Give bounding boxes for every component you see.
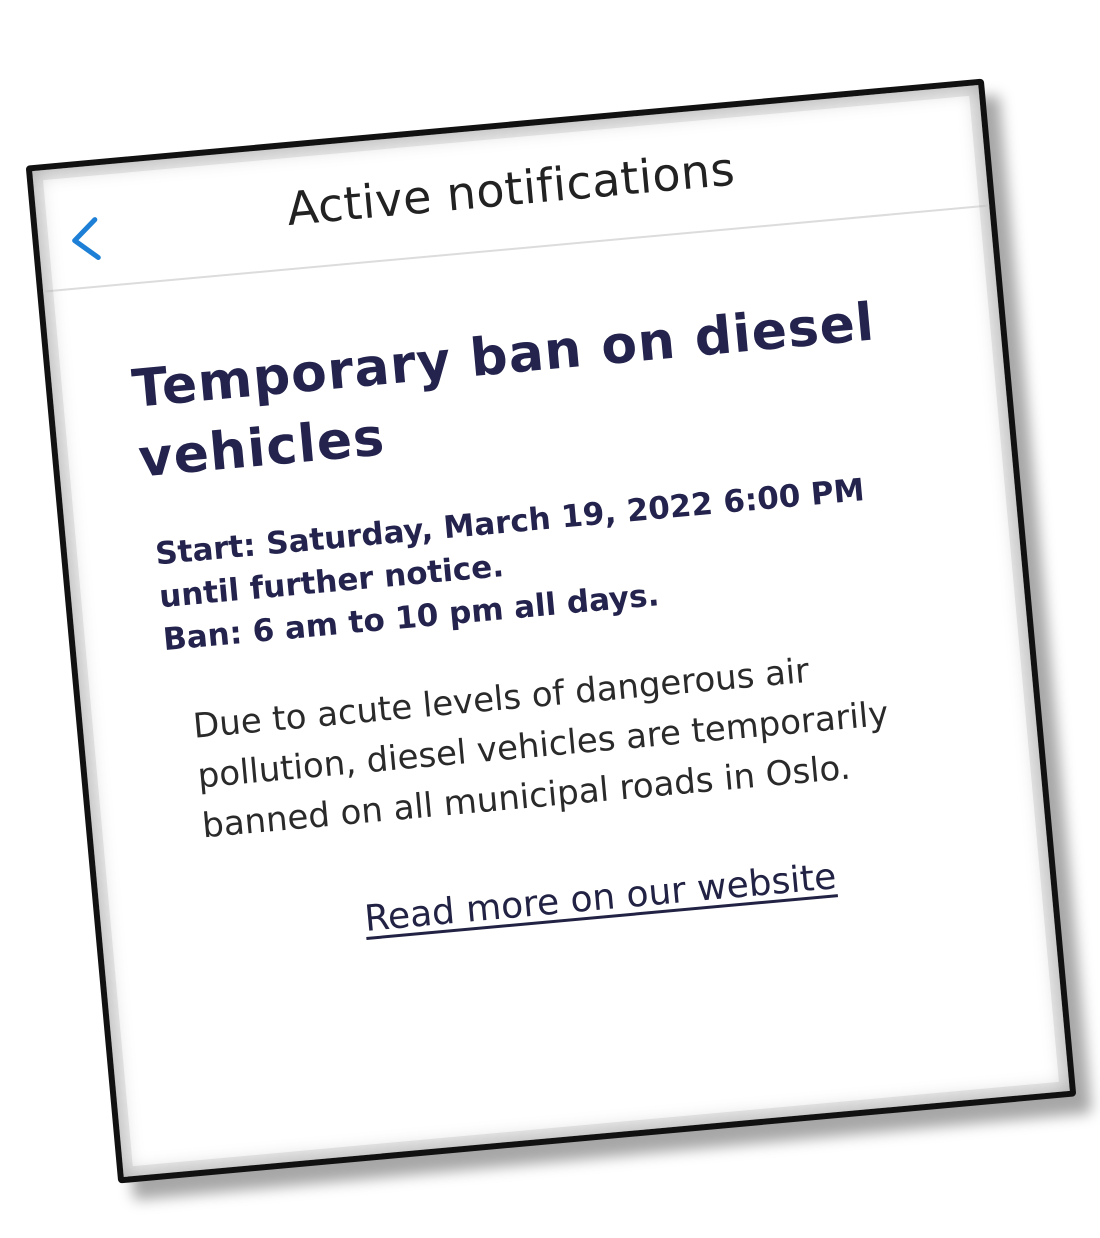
notification-title: Temporary ban on diesel vehicles xyxy=(129,292,878,490)
phone-screen: Active notifications Temporary ban on di… xyxy=(25,78,1077,1184)
notification-detail: Temporary ban on diesel vehicles Start: … xyxy=(43,207,1050,964)
notification-schedule: Start: Saturday, March 19, 2022 6:00 PM … xyxy=(154,462,954,662)
screenshot-stage: Active notifications Temporary ban on di… xyxy=(0,0,1100,1238)
read-more-link[interactable]: Read more on our website xyxy=(220,843,981,953)
notification-body: Due to acute levels of dangerous air pol… xyxy=(191,650,891,847)
